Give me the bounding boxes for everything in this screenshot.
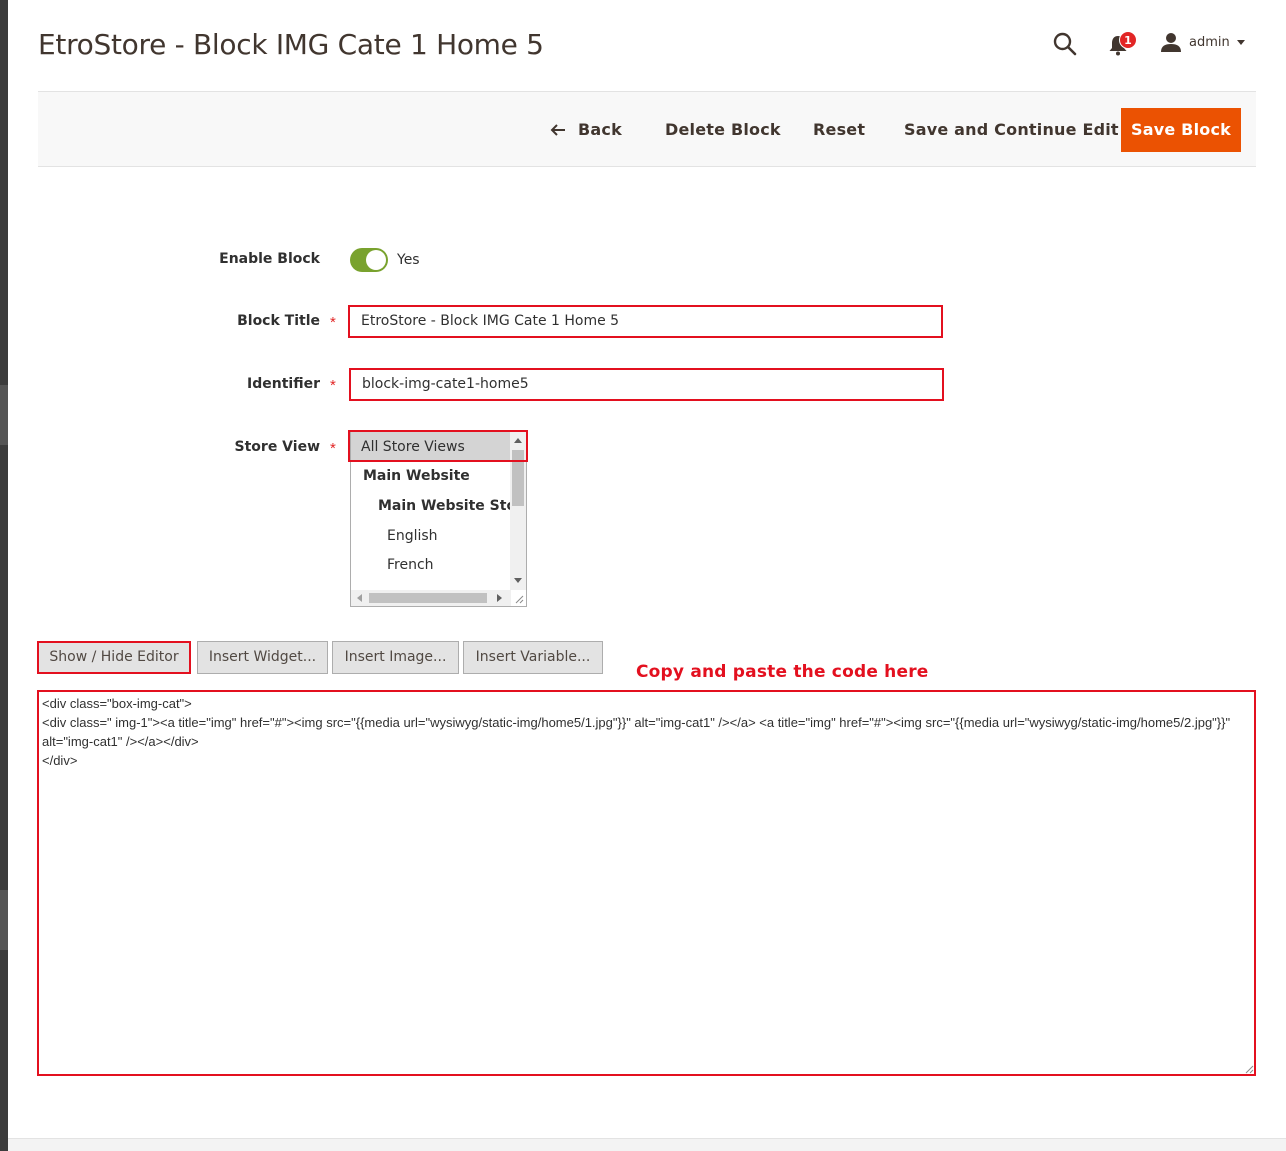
insert-widget-button[interactable]: Insert Widget...	[197, 641, 328, 674]
scroll-right-icon[interactable]	[497, 594, 502, 602]
insert-variable-button[interactable]: Insert Variable...	[463, 641, 603, 674]
identifier-label: Identifier	[247, 376, 320, 392]
user-name: admin	[1189, 34, 1230, 50]
store-option-english[interactable]: English	[351, 521, 438, 551]
scroll-left-icon[interactable]	[357, 594, 362, 602]
save-block-button[interactable]: Save Block	[1121, 108, 1241, 152]
resize-grip-icon[interactable]	[514, 594, 524, 604]
show-hide-editor-button[interactable]: Show / Hide Editor	[37, 641, 191, 674]
page-title: EtroStore - Block IMG Cate 1 Home 5	[38, 28, 544, 61]
save-and-continue-button[interactable]: Save and Continue Edit	[904, 108, 1119, 152]
scrollbar-thumb[interactable]	[512, 450, 524, 506]
store-option-french[interactable]: French	[351, 550, 434, 580]
resize-grip-icon[interactable]	[1244, 1064, 1254, 1074]
scrollbar-thumb[interactable]	[369, 593, 487, 603]
required-mark: *	[330, 377, 336, 394]
insert-image-button[interactable]: Insert Image...	[332, 641, 459, 674]
left-sidebar-edge	[0, 0, 8, 1151]
reset-button[interactable]: Reset	[813, 108, 865, 152]
block-title-label: Block Title	[237, 313, 320, 329]
required-mark: *	[330, 314, 336, 331]
user-menu[interactable]: admin	[1160, 31, 1245, 53]
delete-block-button[interactable]: Delete Block	[665, 108, 781, 152]
store-view-label: Store View	[234, 439, 320, 455]
store-option-all-store-views[interactable]: All Store Views	[351, 432, 511, 462]
store-view-multiselect[interactable]: All Store Views Main Website Main Websit…	[350, 431, 527, 607]
identifier-input[interactable]: block-img-cate1-home5	[349, 368, 944, 401]
enable-block-label: Enable Block	[219, 251, 320, 267]
toggle-knob	[366, 250, 386, 270]
enable-block-value: Yes	[397, 252, 420, 268]
back-button[interactable]: Back	[550, 108, 622, 152]
enable-block-toggle[interactable]	[350, 248, 388, 272]
page-footer	[8, 1138, 1286, 1151]
sidebar-edge-mark	[0, 385, 8, 445]
horizontal-scrollbar[interactable]	[351, 590, 511, 606]
sidebar-edge-mark	[0, 890, 8, 950]
store-option-main-website[interactable]: Main Website	[351, 461, 470, 491]
notification-badge[interactable]: 1	[1119, 31, 1137, 49]
search-icon[interactable]	[1052, 31, 1078, 57]
vertical-scrollbar[interactable]	[510, 432, 526, 590]
store-option-main-website-store[interactable]: Main Website Store	[351, 491, 526, 521]
required-mark: *	[330, 440, 336, 457]
scroll-up-icon[interactable]	[514, 438, 522, 443]
content-editor-textarea[interactable]: <div class="box-img-cat"> <div class=" i…	[37, 690, 1256, 1076]
chevron-down-icon	[1236, 39, 1245, 45]
annotation-text: Copy and paste the code here	[636, 662, 929, 682]
scroll-down-icon[interactable]	[514, 578, 522, 583]
arrow-left-icon	[550, 124, 565, 136]
back-label: Back	[578, 120, 622, 139]
block-title-input[interactable]: EtroStore - Block IMG Cate 1 Home 5	[348, 305, 943, 338]
page-actions-bar: Back Delete Block Reset Save and Continu…	[38, 91, 1256, 167]
user-icon	[1161, 33, 1181, 52]
